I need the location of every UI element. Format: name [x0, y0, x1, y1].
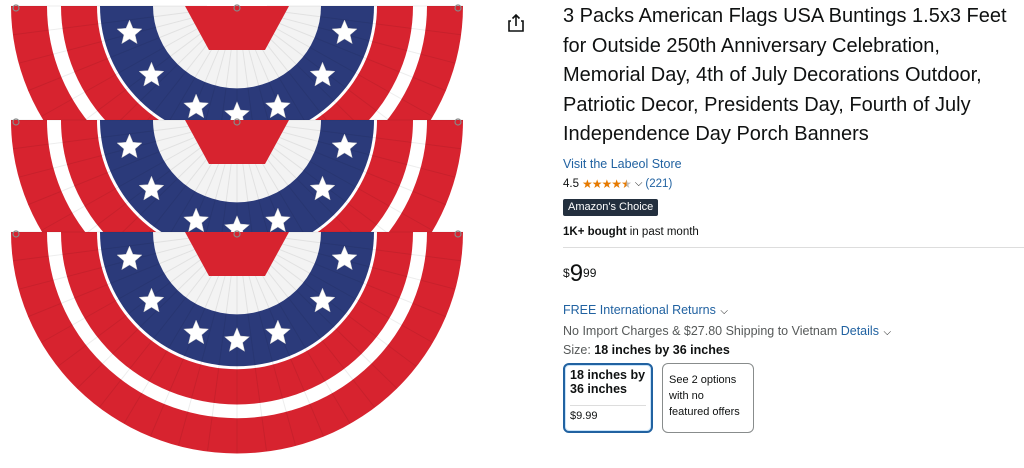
- price: $ 9 99: [563, 259, 1024, 287]
- star-rating[interactable]: ★ ★ ★ ★ ★: [582, 176, 632, 191]
- rating-row: 4.5 ★ ★ ★ ★ ★ ⌵ (221): [563, 177, 1024, 191]
- divider: [563, 246, 1024, 248]
- star-half-icon: ★: [621, 176, 632, 191]
- price-whole: 9: [569, 259, 584, 287]
- price-symbol: $: [563, 265, 570, 280]
- chevron-down-icon[interactable]: ⌵: [635, 178, 643, 189]
- size-option-price: $9.99: [570, 404, 646, 422]
- flag-bunting-image: [8, 228, 466, 466]
- chevron-down-icon[interactable]: ⌵: [883, 327, 891, 338]
- chevron-down-icon: ⌵: [720, 305, 728, 317]
- details-link[interactable]: Details: [841, 324, 879, 338]
- size-option-more[interactable]: See 2 options with no featured offers: [662, 362, 754, 433]
- star-icon: ★: [591, 176, 603, 191]
- size-selector-label: Size: 18 inches by 36 inches: [563, 342, 730, 357]
- rating-value: 4.5: [563, 177, 579, 190]
- product-title: 3 Packs American Flags USA Buntings 1.5x…: [563, 5, 1007, 145]
- rating-count[interactable]: (221): [645, 178, 672, 190]
- product-image-gallery[interactable]: [0, 0, 490, 468]
- size-options: 18 inches by 36 inches $9.99 See 2 optio…: [563, 362, 1024, 433]
- star-icon: ★: [601, 176, 613, 191]
- returns-link[interactable]: FREE International Returns ⌵: [563, 303, 1024, 317]
- star-icon: ★: [582, 176, 593, 191]
- size-option-selected[interactable]: 18 inches by 36 inches $9.99: [563, 362, 653, 433]
- product-details: 3 Packs American Flags USA Buntings 1.5x…: [563, 0, 1024, 433]
- share-icon[interactable]: [505, 12, 527, 34]
- store-link[interactable]: Visit the Labeol Store: [563, 157, 1024, 171]
- shipping-info: No Import Charges & $27.80 Shipping to V…: [563, 323, 892, 338]
- size-option-name: 18 inches by 36 inches: [570, 367, 646, 396]
- bought-count: 1K+ bought in past month: [563, 225, 699, 238]
- price-fraction: 99: [583, 265, 597, 280]
- star-icon: ★: [611, 176, 622, 191]
- amazons-choice-badge: Amazon's Choice: [563, 198, 659, 216]
- selected-size: 18 inches by 36 inches: [594, 342, 730, 357]
